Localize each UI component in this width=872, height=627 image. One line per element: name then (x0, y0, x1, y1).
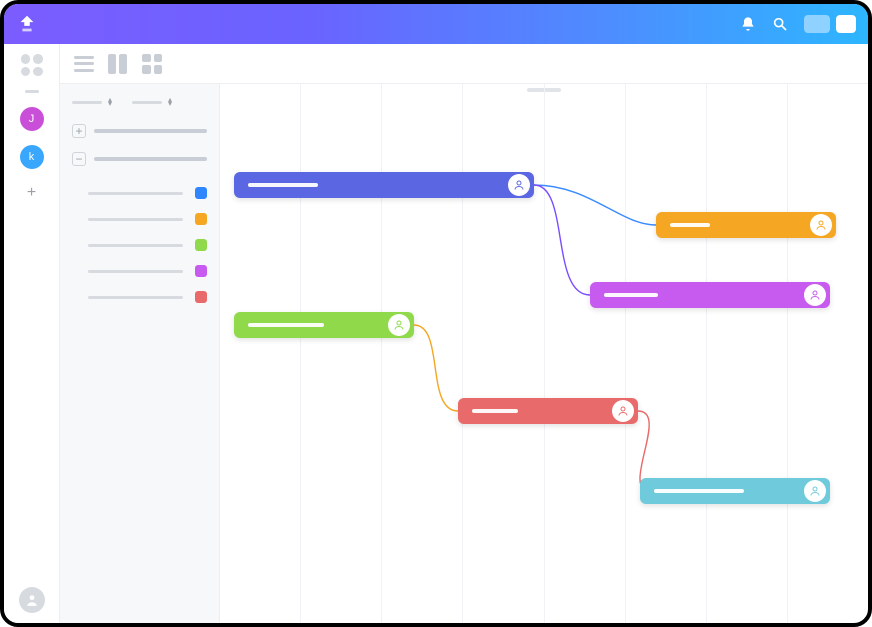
sort-control-a[interactable]: ▴▾ (72, 98, 112, 106)
list-view-icon[interactable] (74, 54, 94, 74)
assignee-avatar[interactable] (810, 214, 832, 236)
status-dot (195, 213, 207, 225)
assignee-avatar[interactable] (508, 174, 530, 196)
status-dot (195, 265, 207, 277)
expand-toggle[interactable]: + (72, 124, 86, 138)
assignee-avatar[interactable] (388, 314, 410, 336)
gantt-task-bar[interactable] (590, 282, 830, 308)
apps-icon[interactable] (21, 54, 43, 76)
list-item[interactable] (72, 206, 207, 232)
status-dot (195, 291, 207, 303)
app-logo-icon (16, 13, 38, 35)
workspace-avatar-j[interactable]: J (20, 107, 44, 131)
profile-avatar[interactable] (19, 587, 45, 613)
rail-divider (25, 90, 39, 93)
assignee-avatar[interactable] (804, 480, 826, 502)
timeline-grid (220, 84, 868, 623)
gantt-canvas[interactable] (220, 84, 868, 623)
add-workspace-button[interactable]: + (22, 183, 42, 203)
collapse-toggle[interactable]: − (72, 152, 86, 166)
group-label (94, 129, 207, 133)
workspace-rail: J k + (4, 44, 60, 623)
gantt-task-bar[interactable] (458, 398, 638, 424)
workspace-avatar-k[interactable]: k (20, 145, 44, 169)
status-dot (195, 239, 207, 251)
task-title-placeholder (604, 293, 658, 297)
topbar (4, 4, 868, 44)
list-item[interactable] (72, 232, 207, 258)
status-dot (195, 187, 207, 199)
grid-view-icon[interactable] (142, 54, 162, 74)
task-title-placeholder (670, 223, 710, 227)
board-view-icon[interactable] (108, 54, 128, 74)
topbar-chip-a[interactable] (804, 15, 830, 33)
group-label (94, 157, 207, 161)
task-group-expanded: − (72, 152, 207, 310)
task-title-placeholder (248, 183, 318, 187)
task-title-placeholder (472, 409, 518, 413)
list-item[interactable] (72, 180, 207, 206)
assignee-avatar[interactable] (612, 400, 634, 422)
gantt-task-bar[interactable] (234, 172, 534, 198)
sort-control-b[interactable]: ▴▾ (132, 98, 172, 106)
task-title-placeholder (654, 489, 744, 493)
gantt-task-bar[interactable] (656, 212, 836, 238)
search-icon[interactable] (772, 16, 788, 32)
assignee-avatar[interactable] (804, 284, 826, 306)
gantt-task-bar[interactable] (640, 478, 830, 504)
task-list-panel: ▴▾ ▴▾ + − (60, 84, 220, 623)
view-switcher (60, 44, 868, 84)
bell-icon[interactable] (740, 16, 756, 32)
task-group-collapsed: + (72, 124, 207, 138)
list-item[interactable] (72, 284, 207, 310)
gantt-task-bar[interactable] (234, 312, 414, 338)
task-title-placeholder (248, 323, 324, 327)
app-window: J k + ▴▾ ▴▾ (0, 0, 872, 627)
topbar-chip-b[interactable] (836, 15, 856, 33)
list-item[interactable] (72, 258, 207, 284)
